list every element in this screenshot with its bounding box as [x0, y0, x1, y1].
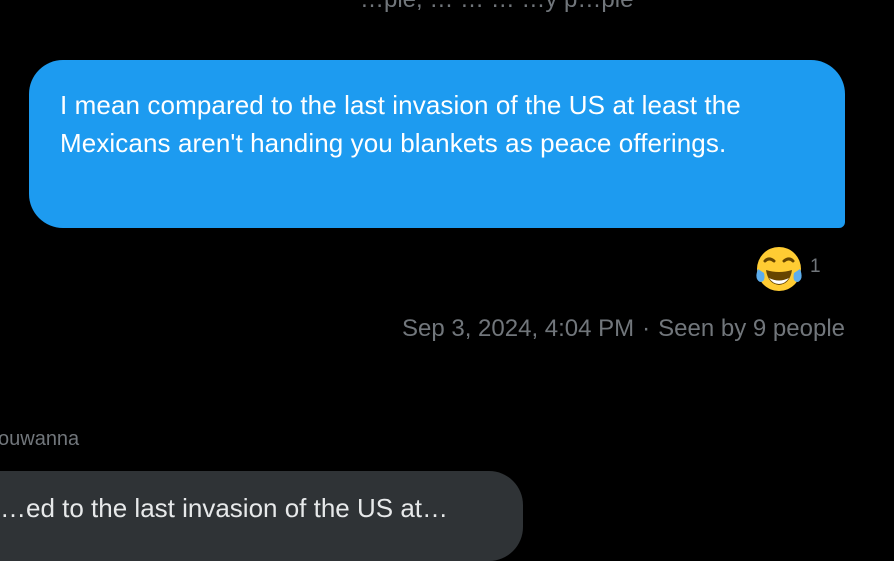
message-timestamp: Sep 3, 2024, 4:04 PM [402, 315, 635, 342]
outgoing-message-bubble[interactable]: I mean compared to the last invasion of … [29, 60, 845, 228]
message-meta: Sep 3, 2024, 4:04 PM · Seen by 9 people [402, 315, 845, 343]
reaction-badge[interactable]: 1 [754, 244, 821, 294]
seen-by-link[interactable]: Seen by 9 people [658, 315, 845, 342]
reaction-count: 1 [810, 256, 821, 277]
incoming-message-bubble[interactable]: …ed to the last invasion of the US at… [0, 471, 523, 561]
incoming-message-text: …ed to the last invasion of the US at… [0, 493, 449, 523]
previous-message-meta: …ple, … … … …y p…ple [360, 0, 633, 14]
meta-separator: · [642, 315, 651, 342]
sender-name[interactable]: ouwanna [0, 428, 79, 451]
face-with-tears-of-joy-icon [756, 247, 802, 291]
outgoing-message-text: I mean compared to the last invasion of … [60, 90, 741, 158]
